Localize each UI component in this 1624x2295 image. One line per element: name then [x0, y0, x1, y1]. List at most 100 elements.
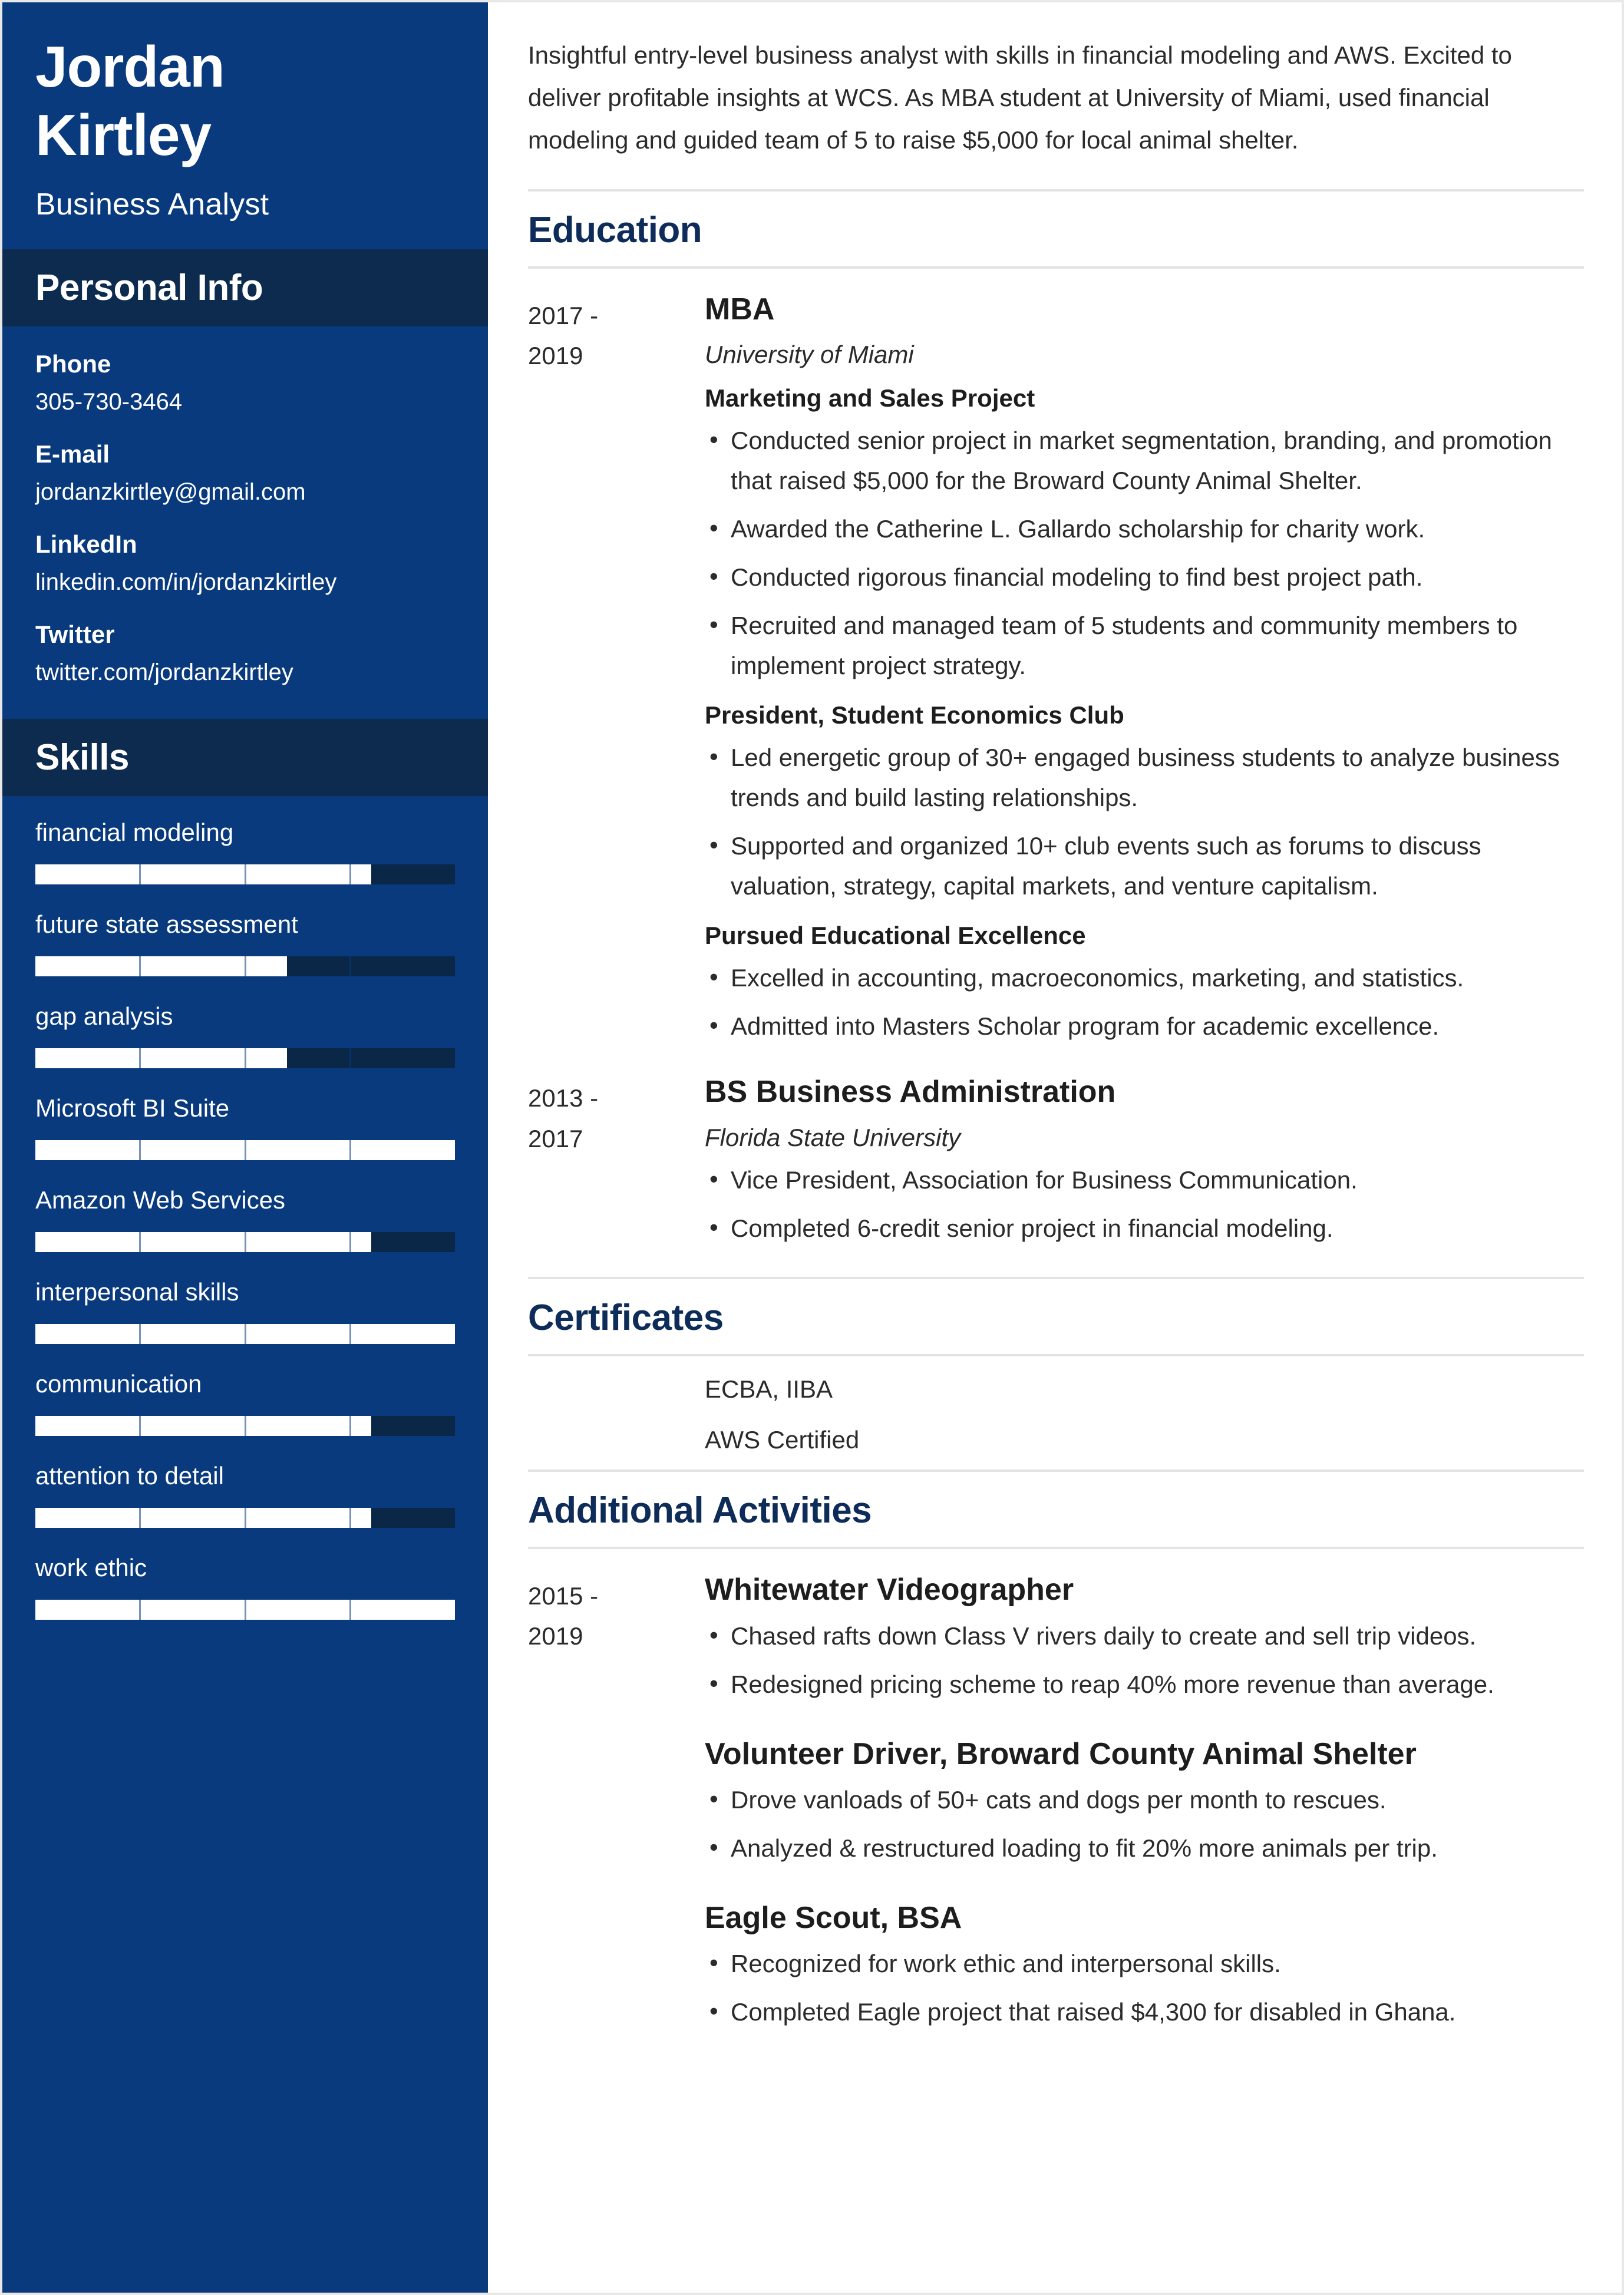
first-name: Jordan [35, 34, 225, 99]
contact-label: E-mail [35, 440, 110, 468]
skill-bar-fill [35, 1048, 288, 1069]
skill-item: financial modeling [35, 818, 455, 885]
divider [528, 1469, 1584, 1472]
institution-name: Florida State University [705, 1123, 961, 1151]
job-title: Business Analyst [35, 187, 269, 222]
skill-item: work ethic [35, 1554, 455, 1620]
contact-linkedin: LinkedIn linkedin.com/in/jordanzkirtley [35, 530, 455, 596]
list-item: Vice President, Association for Business… [705, 1159, 1584, 1200]
skills-heading: Skills [35, 737, 130, 778]
skill-item: communication [35, 1370, 455, 1437]
date-start: 2015 - [528, 1581, 599, 1610]
contact-value[interactable]: jordanzkirtley@gmail.com [35, 479, 455, 506]
activity-title: Eagle Scout, BSA [705, 1901, 962, 1936]
skill-label: communication [35, 1370, 202, 1398]
contact-value[interactable]: 305-730-3464 [35, 389, 455, 415]
skill-label: work ethic [35, 1554, 147, 1582]
contact-value[interactable]: linkedin.com/in/jordanzkirtley [35, 569, 455, 596]
activity-title: Whitewater Videographer [705, 1572, 1074, 1607]
skill-bar-fill [35, 864, 371, 885]
skill-bar [35, 956, 455, 977]
skill-bar [35, 1140, 455, 1161]
contact-label: Phone [35, 350, 111, 378]
professional-summary: Insightful entry-level business analyst … [528, 41, 1512, 154]
skill-bar-fill [35, 1232, 371, 1253]
list-item: Recruited and managed team of 5 students… [705, 605, 1584, 686]
skill-bar-fill [35, 1600, 455, 1620]
list-item: Conducted senior project in market segme… [705, 420, 1584, 501]
institution-name: University of Miami [705, 341, 914, 369]
list-item: Analyzed & restructured loading to fit 2… [705, 1827, 1584, 1868]
list-item: Recognized for work ethic and interperso… [705, 1943, 1584, 1984]
sidebar: Jordan Kirtley Business Analyst Personal… [2, 2, 488, 2293]
skill-bar [35, 1508, 455, 1528]
bullet-list: Recognized for work ethic and interperso… [705, 1943, 1584, 2032]
list-item: Admitted into Masters Scholar program fo… [705, 1005, 1584, 1046]
skill-label: Amazon Web Services [35, 1186, 286, 1214]
skill-bar-fill [35, 1324, 455, 1345]
date-start: 2017 - [528, 301, 599, 329]
skills-list: financial modeling future state assessme… [2, 796, 488, 1620]
list-item: Completed Eagle project that raised $4,3… [705, 1991, 1584, 2032]
date-end: 2017 [528, 1124, 583, 1153]
list-item: Redesigned pricing scheme to reap 40% mo… [705, 1663, 1584, 1705]
bullet-list: Conducted senior project in market segme… [705, 420, 1584, 686]
list-item: Conducted rigorous financial modeling to… [705, 556, 1584, 597]
skill-bar [35, 1416, 455, 1437]
bullet-list: Vice President, Association for Business… [705, 1159, 1584, 1249]
bullet-list: Chased rafts down Class V rivers daily t… [705, 1615, 1584, 1705]
skill-label: financial modeling [35, 818, 234, 847]
divider [528, 1353, 1584, 1356]
skill-item: Amazon Web Services [35, 1186, 455, 1253]
skill-label: attention to detail [35, 1462, 224, 1490]
divider [528, 266, 1584, 269]
entry-dates: 2017 - 2019 [528, 291, 705, 376]
education-entry-bs: 2013 - 2017 BS Business Administration F… [528, 1074, 1584, 1248]
list-item: Supported and organized 10+ club events … [705, 825, 1584, 906]
subsection-heading: President, Student Economics Club [705, 701, 1124, 729]
skill-label: gap analysis [35, 1002, 173, 1031]
entry-dates: 2015 - 2019 [528, 1571, 705, 1656]
skill-bar-fill [35, 956, 288, 977]
skill-bar [35, 1048, 455, 1069]
bullet-list: Led energetic group of 30+ engaged busin… [705, 737, 1584, 906]
section-heading-certificates: Certificates [528, 1297, 724, 1338]
skill-label: Microsoft BI Suite [35, 1094, 230, 1122]
skills-header: Skills [2, 719, 488, 797]
skill-item: gap analysis [35, 1002, 455, 1069]
skill-bar-fill [35, 1140, 455, 1161]
contact-value[interactable]: twitter.com/jordanzkirtley [35, 659, 455, 686]
list-item: Completed 6-credit senior project in fin… [705, 1207, 1584, 1249]
skill-item: interpersonal skills [35, 1278, 455, 1345]
divider [528, 1546, 1584, 1549]
skill-item: attention to detail [35, 1462, 455, 1528]
skill-bar [35, 1324, 455, 1345]
contact-email: E-mail jordanzkirtley@gmail.com [35, 440, 455, 506]
skill-bar-fill [35, 1416, 371, 1437]
bullet-list: Drove vanloads of 50+ cats and dogs per … [705, 1779, 1584, 1868]
skill-bar [35, 1600, 455, 1620]
list-item: Chased rafts down Class V rivers daily t… [705, 1615, 1584, 1656]
skill-label: interpersonal skills [35, 1278, 239, 1306]
skill-bar [35, 1232, 455, 1253]
section-heading-activities: Additional Activities [528, 1490, 872, 1531]
list-item: Drove vanloads of 50+ cats and dogs per … [705, 1779, 1584, 1820]
contact-label: LinkedIn [35, 530, 137, 559]
contact-twitter: Twitter twitter.com/jordanzkirtley [35, 620, 455, 686]
personal-info-header: Personal Info [2, 249, 488, 327]
skill-bar-fill [35, 1508, 371, 1528]
entry-body: MBA University of Miami Marketing and Sa… [705, 291, 1584, 1047]
activities-entry: 2015 - 2019 Whitewater Videographer Chas… [528, 1571, 1584, 2033]
subsection-heading: Marketing and Sales Project [705, 384, 1035, 412]
last-name: Kirtley [35, 102, 212, 167]
activity-title: Volunteer Driver, Broward County Animal … [705, 1737, 1417, 1772]
education-entry-mba: 2017 - 2019 MBA University of Miami Mark… [528, 291, 1584, 1047]
resume-page: Jordan Kirtley Business Analyst Personal… [0, 0, 1624, 2295]
contact-phone: Phone 305-730-3464 [35, 350, 455, 415]
personal-info-list: Phone 305-730-3464 E-mail jordanzkirtley… [2, 326, 488, 692]
entry-body: BS Business Administration Florida State… [705, 1074, 1584, 1248]
date-end: 2019 [528, 1622, 583, 1650]
list-item: Awarded the Catherine L. Gallardo schola… [705, 508, 1584, 549]
